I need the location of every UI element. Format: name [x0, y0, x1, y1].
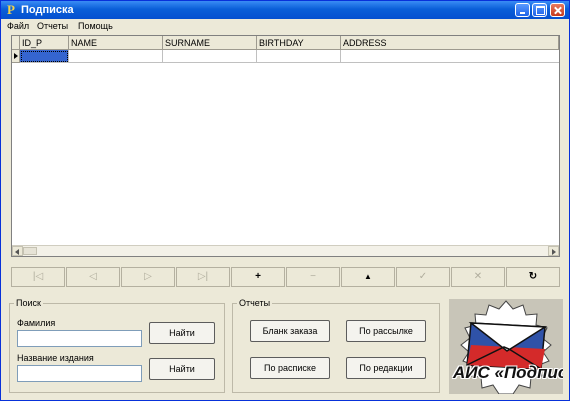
reports-group: Отчеты Бланк заказа По рассылке По распи… — [232, 298, 440, 393]
close-button[interactable] — [550, 3, 565, 17]
nav-last-button[interactable]: ▷| — [176, 267, 230, 287]
grid-cell[interactable] — [341, 50, 559, 63]
nav-delete-button[interactable]: − — [286, 267, 340, 287]
by-edition-button[interactable]: По редакции — [346, 357, 426, 379]
refresh-icon: ↻ — [528, 271, 538, 282]
edition-title-label: Название издания — [17, 353, 94, 363]
menu-file[interactable]: Файл — [7, 21, 29, 31]
plus-icon: + — [255, 271, 261, 282]
first-record-icon: |◁ — [32, 271, 44, 282]
nav-next-button[interactable]: ▷ — [121, 267, 175, 287]
column-header-name[interactable]: NAME — [69, 36, 163, 50]
menu-bar: Файл Отчеты Помощь — [1, 19, 569, 33]
logo: АИС «Подписка» — [449, 299, 563, 394]
search-group-title: Поиск — [14, 298, 43, 309]
minimize-button[interactable] — [515, 3, 530, 17]
order-form-button[interactable]: Бланк заказа — [250, 320, 330, 342]
logo-text: АИС «Подписка» — [453, 363, 563, 382]
check-icon: ✓ — [418, 271, 428, 282]
edition-title-input[interactable] — [17, 365, 142, 382]
prior-record-icon: ◁ — [89, 271, 97, 282]
find-surname-button[interactable]: Найти — [149, 322, 215, 344]
scroll-left-arrow-icon[interactable] — [12, 246, 23, 256]
nav-post-button[interactable]: ✓ — [396, 267, 450, 287]
grid-cell-selected[interactable] — [20, 50, 69, 63]
surname-input[interactable] — [17, 330, 142, 347]
data-grid[interactable]: ID_P NAME SURNAME BIRTHDAY ADDRESS — [11, 35, 560, 257]
row-indicator-icon — [12, 50, 20, 63]
column-header-id-p[interactable]: ID_P — [20, 36, 69, 50]
nav-edit-button[interactable]: ▲ — [341, 267, 395, 287]
horizontal-scrollbar[interactable] — [12, 245, 559, 256]
column-header-birthday[interactable]: BIRTHDAY — [257, 36, 341, 50]
find-edition-button[interactable]: Найти — [149, 358, 215, 380]
cross-icon: ✕ — [473, 271, 483, 282]
minus-icon: − — [310, 271, 316, 282]
nav-first-button[interactable]: |◁ — [11, 267, 65, 287]
scroll-right-arrow-icon[interactable] — [548, 246, 559, 256]
app-icon: P — [7, 2, 15, 17]
nav-refresh-button[interactable]: ↻ — [506, 267, 560, 287]
by-mailing-button[interactable]: По рассылке — [346, 320, 426, 342]
triangle-up-icon: ▲ — [364, 272, 372, 281]
grid-cell[interactable] — [257, 50, 341, 63]
search-group: Поиск Фамилия Найти Название издания Най… — [9, 298, 225, 393]
window-title: Подписка — [21, 4, 74, 16]
nav-prior-button[interactable]: ◁ — [66, 267, 120, 287]
last-record-icon: ▷| — [197, 271, 209, 282]
title-bar[interactable]: P Подписка — [1, 1, 569, 19]
reports-group-title: Отчеты — [237, 298, 273, 309]
db-navigator: |◁ ◁ ▷ ▷| + − ▲ ✓ ✕ ↻ — [11, 267, 560, 287]
nav-cancel-button[interactable]: ✕ — [451, 267, 505, 287]
column-header-surname[interactable]: SURNAME — [163, 36, 257, 50]
menu-help[interactable]: Помощь — [78, 21, 113, 31]
scroll-thumb[interactable] — [23, 247, 37, 255]
by-receipt-button[interactable]: По расписке — [250, 357, 330, 379]
main-window: P Подписка Файл Отчеты Помощь ID_P NAME … — [0, 0, 570, 401]
nav-insert-button[interactable]: + — [231, 267, 285, 287]
grid-cell[interactable] — [69, 50, 163, 63]
surname-label: Фамилия — [17, 318, 56, 328]
menu-reports[interactable]: Отчеты — [37, 21, 68, 31]
column-header-address[interactable]: ADDRESS — [341, 36, 559, 50]
maximize-button[interactable] — [532, 3, 547, 17]
next-record-icon: ▷ — [144, 271, 152, 282]
grid-cell[interactable] — [163, 50, 257, 63]
grid-corner — [12, 36, 20, 50]
